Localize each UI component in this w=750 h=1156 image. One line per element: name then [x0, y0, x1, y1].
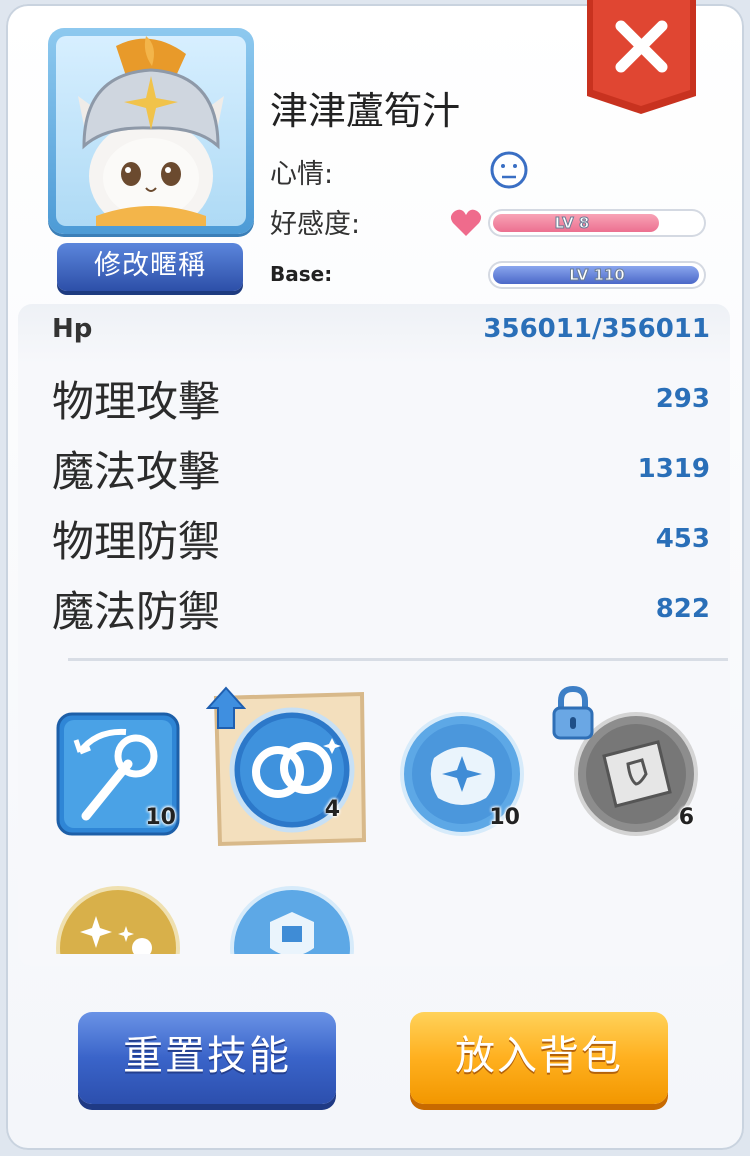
- skill-slot-4-locked[interactable]: 6: [552, 686, 698, 836]
- stat-value: 453: [655, 524, 710, 554]
- character-name: 津津蘆筍汁: [270, 89, 461, 133]
- base-level-bar: LV 110: [488, 261, 706, 289]
- reset-skills-button[interactable]: 重置技能: [78, 1012, 336, 1104]
- stat-label: 魔法攻擊: [52, 447, 221, 496]
- divider: [68, 658, 728, 661]
- stat-label: 物理攻擊: [52, 377, 221, 426]
- hp-value: 356011/356011: [483, 314, 710, 344]
- close-button[interactable]: [585, 0, 698, 116]
- stat-value: 822: [655, 594, 710, 624]
- favor-level-text: LV 8: [554, 214, 590, 233]
- base-label: Base:: [270, 262, 333, 286]
- shield-helmet-icon: [230, 886, 354, 954]
- neutral-face-icon: [490, 151, 528, 189]
- skill-level: 10: [489, 805, 520, 830]
- stat-value: 293: [655, 384, 710, 414]
- sparkle-buff-icon: [56, 886, 180, 954]
- stat-label: 物理防禦: [52, 517, 221, 566]
- character-portrait[interactable]: [48, 28, 254, 234]
- stat-value: 1319: [637, 454, 710, 484]
- skill-level: 10: [145, 805, 176, 830]
- heart-icon: [450, 209, 482, 236]
- skill-slot-1[interactable]: 10: [56, 712, 180, 836]
- stat-label: 魔法防禦: [52, 587, 221, 636]
- base-level-text: LV 110: [569, 266, 626, 285]
- hp-label: Hp: [52, 314, 93, 344]
- skill-slot-2[interactable]: 4: [206, 686, 368, 848]
- lock-icon: [552, 686, 594, 740]
- skill-slot-5[interactable]: [56, 886, 180, 954]
- skill-slot-6[interactable]: [230, 886, 354, 954]
- rename-button[interactable]: 修改暱稱: [57, 243, 243, 291]
- skill-slot-3[interactable]: 10: [400, 712, 524, 836]
- skill-level: 6: [678, 805, 694, 830]
- put-in-bag-button[interactable]: 放入背包: [410, 1012, 668, 1104]
- cat-knight-avatar: [56, 36, 246, 226]
- mood-label: 心情:: [270, 159, 334, 190]
- favor-label: 好感度:: [270, 209, 361, 240]
- favor-level-bar: LV 8: [488, 209, 706, 237]
- skill-level: 4: [324, 797, 340, 822]
- upgrade-arrow-icon: [206, 686, 246, 729]
